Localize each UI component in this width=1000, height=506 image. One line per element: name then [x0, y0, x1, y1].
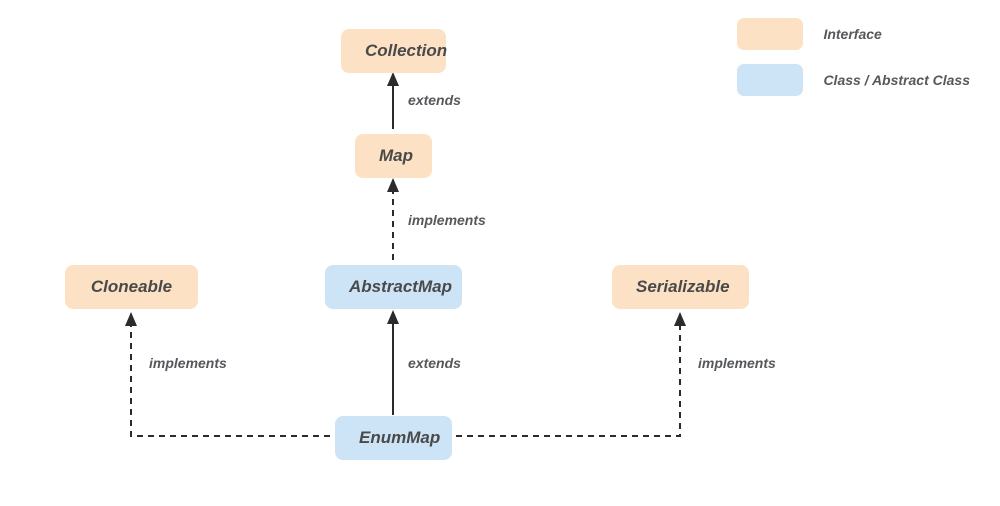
legend-label-class: Class / Abstract Class: [823, 72, 970, 88]
legend-swatch-interface: [737, 18, 803, 50]
legend-row-interface: Interface: [737, 18, 970, 50]
node-cloneable: Cloneable: [65, 265, 198, 309]
legend-swatch-class: [737, 64, 803, 96]
node-enummap: EnumMap: [335, 416, 452, 460]
label-abstractmap-map: implements: [408, 212, 486, 228]
node-map: Map: [355, 134, 432, 178]
label-enummap-cloneable: implements: [149, 355, 227, 371]
label-enummap-serializable: implements: [698, 355, 776, 371]
edge-enummap-cloneable: [131, 314, 330, 436]
label-map-collection: extends: [408, 92, 461, 108]
edge-enummap-serializable: [456, 314, 680, 436]
node-abstractmap: AbstractMap: [325, 265, 462, 309]
node-collection: Collection: [341, 29, 446, 73]
label-enummap-abstractmap: extends: [408, 355, 461, 371]
legend: Interface Class / Abstract Class: [737, 18, 970, 110]
node-serializable: Serializable: [612, 265, 749, 309]
legend-row-class: Class / Abstract Class: [737, 64, 970, 96]
legend-label-interface: Interface: [823, 26, 881, 42]
